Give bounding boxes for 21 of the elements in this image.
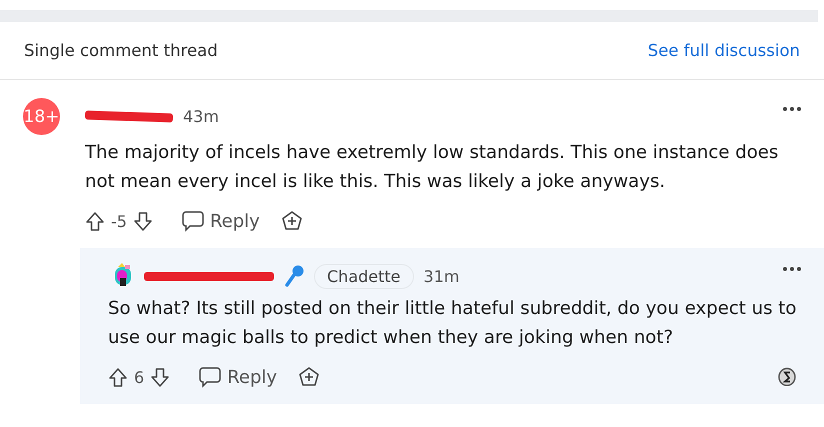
more-options-icon[interactable] [782, 106, 802, 112]
downvote-icon[interactable] [150, 366, 170, 388]
thread-title: Single comment thread [24, 41, 218, 60]
vote-score: 6 [134, 368, 144, 386]
speech-bubble-icon [198, 366, 222, 388]
downvote-icon[interactable] [132, 210, 153, 232]
comment-text: The majority of incels have exetremly low standards. This one instance does not mean every incel is like this. This was likely a joke anyways. [85, 141, 780, 194]
speech-bubble-icon [180, 210, 205, 232]
vote-score: -5 [111, 212, 127, 230]
upvote-icon[interactable] [85, 210, 105, 232]
full-discussion-link[interactable]: See full discussion [648, 41, 800, 60]
timestamp: 31m [424, 266, 460, 286]
user-flair: Chadette [314, 264, 414, 288]
reply-button[interactable]: Reply [192, 366, 284, 388]
timestamp: 43m [183, 106, 219, 126]
more-options-icon[interactable] [782, 266, 802, 272]
reply-button[interactable]: Reply [174, 210, 266, 232]
award-icon[interactable] [297, 366, 322, 388]
comment-text: So what? Its still posted on their little hateful subreddit, do you expect us to use our magic balls to predict when they are joking when not? [108, 297, 798, 350]
award-icon[interactable] [280, 210, 304, 232]
upvote-icon[interactable] [108, 366, 128, 388]
